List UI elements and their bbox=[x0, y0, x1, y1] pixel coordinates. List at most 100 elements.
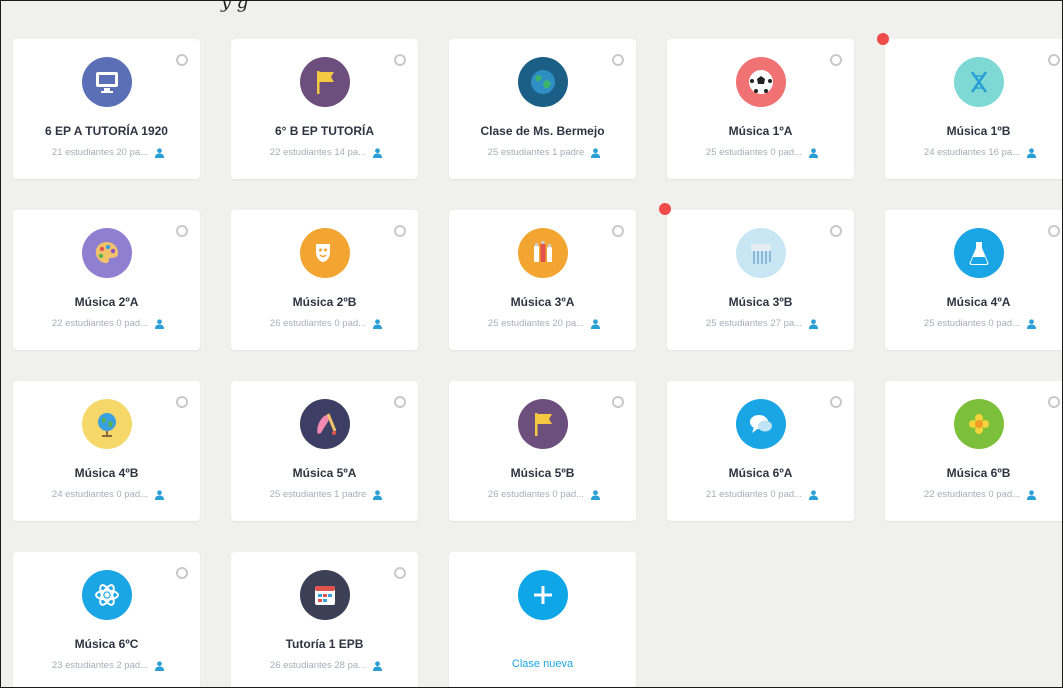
parents-icon bbox=[591, 489, 601, 500]
parents-icon bbox=[373, 318, 383, 329]
class-card[interactable]: Música 4ºB 24 estudiantes 0 pad... bbox=[13, 381, 200, 521]
class-name: Música 2ºB bbox=[292, 295, 357, 309]
select-radio[interactable] bbox=[1048, 225, 1060, 237]
class-grid: 6 EP A TUTORÍA 1920 21 estudiantes 20 pa.… bbox=[13, 39, 1062, 687]
class-counts: 21 estudiantes 0 pad... bbox=[705, 489, 803, 500]
class-card[interactable]: Tutoría 1 EPB 26 estudiantes 28 pa... bbox=[231, 552, 418, 687]
class-card[interactable]: Música 1ºB 24 estudiantes 16 pa... bbox=[885, 39, 1062, 179]
class-card[interactable]: Música 1ºA 25 estudiantes 0 pad... bbox=[667, 39, 854, 179]
class-name: Música 6ºB bbox=[946, 466, 1011, 480]
class-name: Tutoría 1 EPB bbox=[285, 637, 364, 651]
class-counts: 22 estudiantes 0 pad... bbox=[51, 318, 149, 329]
select-radio[interactable] bbox=[176, 396, 188, 408]
class-meta: 25 estudiantes 1 padre bbox=[249, 489, 404, 500]
class-name: Música 5ºA bbox=[292, 466, 357, 480]
class-name: Música 1ºA bbox=[728, 124, 793, 138]
class-name: Música 3ºA bbox=[510, 295, 575, 309]
class-counts: 25 estudiantes 20 pa... bbox=[487, 318, 585, 329]
flag-icon bbox=[535, 413, 552, 436]
parents-icon bbox=[591, 147, 601, 158]
class-card[interactable]: 6° B EP TUTORÍA 22 estudiantes 14 pa... bbox=[231, 39, 418, 179]
select-radio[interactable] bbox=[394, 567, 406, 579]
class-card[interactable]: Música 2ºB 26 estudiantes 0 pad... bbox=[231, 210, 418, 350]
class-card[interactable]: Música 6ºC 23 estudiantes 2 pad... bbox=[13, 552, 200, 687]
globe-stand-icon bbox=[98, 413, 116, 437]
select-radio[interactable] bbox=[176, 567, 188, 579]
class-card[interactable]: Música 3ºA 25 estudiantes 20 pa... bbox=[449, 210, 636, 350]
parents-icon bbox=[373, 489, 383, 500]
select-radio[interactable] bbox=[612, 54, 624, 66]
class-counts: 24 estudiantes 0 pad... bbox=[51, 489, 149, 500]
parents-icon bbox=[155, 660, 165, 671]
parents-icon bbox=[809, 147, 819, 158]
paint-brush-icon bbox=[317, 413, 337, 435]
flask-icon bbox=[969, 242, 989, 265]
paint-tubes-icon bbox=[534, 241, 552, 262]
class-name: Música 6ºC bbox=[74, 637, 139, 651]
class-avatar bbox=[300, 57, 350, 107]
select-radio[interactable] bbox=[394, 54, 406, 66]
class-counts: 21 estudiantes 20 pa... bbox=[51, 147, 149, 158]
class-meta: 26 estudiantes 28 pa... bbox=[249, 660, 404, 671]
class-avatar bbox=[736, 57, 786, 107]
palette-icon bbox=[95, 242, 118, 264]
class-avatar bbox=[82, 399, 132, 449]
shredder-icon bbox=[751, 244, 771, 264]
class-card[interactable]: Música 6ºB 22 estudiantes 0 pad... bbox=[885, 381, 1062, 521]
class-avatar bbox=[82, 57, 132, 107]
class-card[interactable]: Música 4ºA 25 estudiantes 0 pad... bbox=[885, 210, 1062, 350]
class-counts: 24 estudiantes 16 pa... bbox=[923, 147, 1021, 158]
select-radio[interactable] bbox=[830, 396, 842, 408]
parents-icon bbox=[155, 147, 165, 158]
class-avatar bbox=[300, 228, 350, 278]
class-meta: 22 estudiantes 14 pa... bbox=[249, 147, 404, 158]
globe-icon bbox=[531, 70, 555, 94]
select-radio[interactable] bbox=[612, 225, 624, 237]
class-card[interactable]: Música 2ºA 22 estudiantes 0 pad... bbox=[13, 210, 200, 350]
class-avatar bbox=[300, 399, 350, 449]
class-counts: 26 estudiantes 0 pad... bbox=[269, 318, 367, 329]
class-counts: 22 estudiantes 0 pad... bbox=[923, 489, 1021, 500]
parents-icon bbox=[591, 318, 601, 329]
select-radio[interactable] bbox=[830, 54, 842, 66]
parents-icon bbox=[373, 660, 383, 671]
class-name: Música 1ºB bbox=[946, 124, 1011, 138]
class-avatar bbox=[954, 228, 1004, 278]
select-radio[interactable] bbox=[612, 396, 624, 408]
new-class-card[interactable]: Clase nueva bbox=[449, 552, 636, 687]
class-avatar bbox=[518, 57, 568, 107]
class-avatar bbox=[82, 570, 132, 620]
select-radio[interactable] bbox=[394, 225, 406, 237]
new-class-label[interactable]: Clase nueva bbox=[449, 658, 636, 670]
select-radio[interactable] bbox=[394, 396, 406, 408]
class-meta: 25 estudiantes 0 pad... bbox=[685, 147, 840, 158]
class-card[interactable]: Clase de Ms. Bermejo 25 estudiantes 1 pad… bbox=[449, 39, 636, 179]
select-radio[interactable] bbox=[830, 225, 842, 237]
notification-dot bbox=[877, 33, 889, 45]
class-avatar bbox=[518, 399, 568, 449]
class-meta: 23 estudiantes 2 pad... bbox=[31, 660, 186, 671]
class-name: 6° B EP TUTORÍA bbox=[274, 124, 375, 138]
class-name: Clase de Ms. Bermejo bbox=[480, 124, 605, 138]
class-avatar bbox=[736, 228, 786, 278]
class-meta: 21 estudiantes 20 pa... bbox=[31, 147, 186, 158]
class-name: Música 3ºB bbox=[728, 295, 793, 309]
soccer-ball-icon bbox=[749, 70, 773, 94]
class-counts: 25 estudiantes 0 pad... bbox=[923, 318, 1021, 329]
class-card[interactable]: Música 5ºA 25 estudiantes 1 padre bbox=[231, 381, 418, 521]
select-radio[interactable] bbox=[1048, 396, 1060, 408]
add-class-button[interactable] bbox=[518, 570, 568, 620]
theater-masks-icon bbox=[316, 244, 330, 262]
select-radio[interactable] bbox=[176, 225, 188, 237]
parents-icon bbox=[155, 318, 165, 329]
dna-icon bbox=[970, 71, 988, 93]
class-counts: 25 estudiantes 27 pa... bbox=[705, 318, 803, 329]
classes-page: y g 6 EP A TUTORÍA 1920 21 estudiantes 20… bbox=[0, 0, 1063, 688]
class-card[interactable]: Música 5ºB 26 estudiantes 0 pad... bbox=[449, 381, 636, 521]
select-radio[interactable] bbox=[176, 54, 188, 66]
class-meta: 24 estudiantes 0 pad... bbox=[31, 489, 186, 500]
class-card[interactable]: Música 6ºA 21 estudiantes 0 pad... bbox=[667, 381, 854, 521]
class-card[interactable]: Música 3ºB 25 estudiantes 27 pa... bbox=[667, 210, 854, 350]
class-card[interactable]: 6 EP A TUTORÍA 1920 21 estudiantes 20 pa.… bbox=[13, 39, 200, 179]
select-radio[interactable] bbox=[1048, 54, 1060, 66]
